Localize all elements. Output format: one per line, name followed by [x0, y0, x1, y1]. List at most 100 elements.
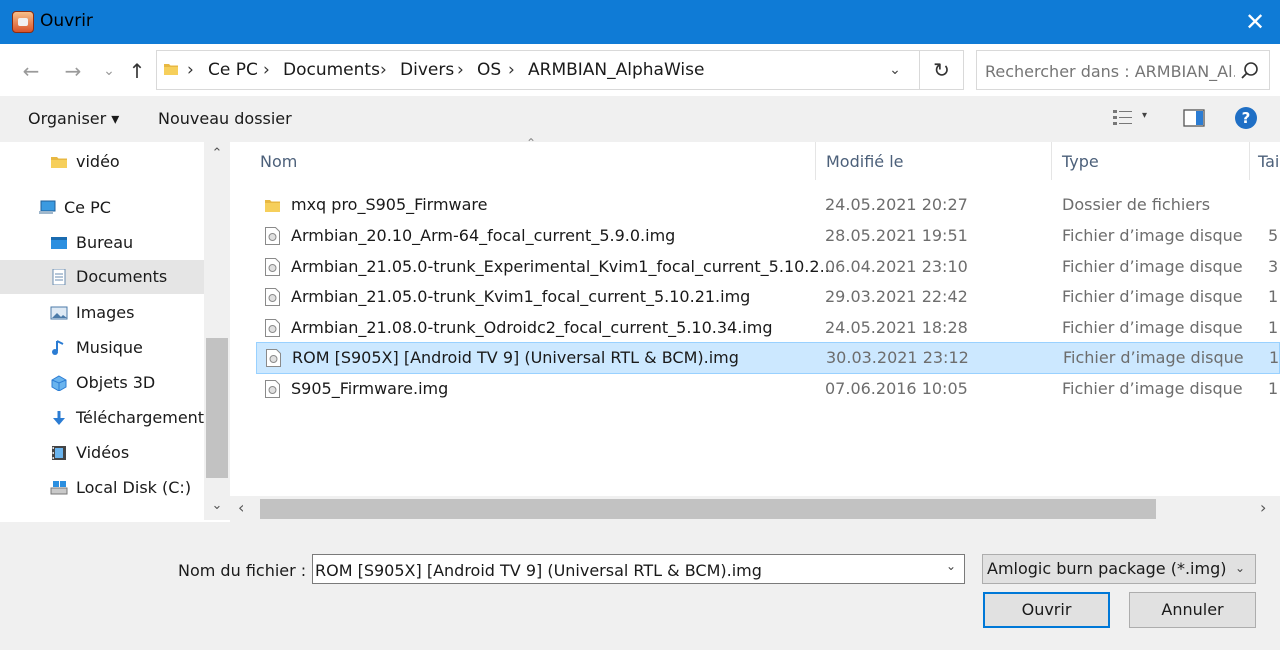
filename-input[interactable] — [315, 559, 935, 581]
folder-icon — [51, 157, 67, 168]
recent-locations-button[interactable]: ⌄ — [96, 58, 122, 84]
table-row[interactable]: Armbian_21.05.0-trunk_Experimental_Kvim1… — [256, 252, 1280, 282]
file-type: Dossier de fichiers — [1062, 195, 1211, 214]
scroll-up-arrow-icon[interactable]: ⌃ — [206, 146, 228, 166]
open-button[interactable]: Ouvrir — [983, 592, 1110, 628]
column-divider[interactable] — [815, 142, 816, 180]
column-header-name[interactable]: Nom — [260, 152, 297, 171]
file-type: Fichier d’image disque — [1062, 257, 1243, 276]
sidebar-item-telechargements[interactable]: Téléchargements — [0, 401, 212, 435]
details-view-icon[interactable] — [1112, 108, 1134, 128]
refresh-button[interactable]: ↻ — [920, 50, 964, 90]
column-divider[interactable] — [1051, 142, 1052, 180]
breadcrumb-divers[interactable]: Divers — [400, 60, 454, 80]
back-button[interactable]: ← — [18, 58, 44, 84]
sidebar-item-images[interactable]: Images — [0, 296, 204, 330]
sidebar-item-musique[interactable]: Musique — [0, 331, 204, 365]
close-button[interactable]: ✕ — [1236, 6, 1274, 38]
file-name: ROM [S905X] [Android TV 9] (Universal RT… — [292, 348, 739, 367]
computer-icon — [39, 200, 56, 214]
sidebar-item-videos[interactable]: Vidéos — [0, 436, 204, 470]
sidebar-item-video-folder[interactable]: vidéo — [0, 145, 204, 179]
table-row-selected[interactable]: ROM [S905X] [Android TV 9] (Universal RT… — [256, 342, 1280, 374]
breadcrumb-separator: › — [187, 60, 194, 80]
disk-image-file-icon — [265, 258, 280, 276]
cancel-button[interactable]: Annuler — [1129, 592, 1256, 628]
preview-pane-icon[interactable] — [1182, 108, 1206, 128]
chevron-down-icon[interactable]: ⌄ — [941, 559, 961, 573]
help-icon[interactable]: ? — [1235, 107, 1257, 129]
chevron-down-icon[interactable]: ⌄ — [883, 59, 907, 81]
sidebar-item-label: Vidéos — [76, 443, 130, 462]
file-name: Armbian_20.10_Arm-64_focal_current_5.9.0… — [291, 226, 676, 245]
new-folder-button[interactable]: Nouveau dossier — [158, 109, 292, 128]
search-box[interactable] — [976, 50, 1270, 90]
file-type: Fichier d’image disque — [1062, 379, 1243, 398]
sidebar-item-local-disk-c[interactable]: Local Disk (C:) — [0, 471, 204, 505]
file-size: 3 — [1268, 257, 1279, 276]
breadcrumb-separator: › — [508, 60, 515, 80]
breadcrumb-documents[interactable]: Documents — [283, 60, 380, 80]
file-type: Fichier d’image disque — [1062, 226, 1243, 245]
file-type-filter-select[interactable]: Amlogic burn package (*.img) ⌄ — [982, 554, 1256, 584]
sidebar-item-ce-pc[interactable]: Ce PC — [0, 191, 204, 225]
desktop-icon — [51, 237, 67, 249]
dialog-footer — [0, 522, 1280, 650]
disk-image-file-icon — [265, 227, 280, 245]
sidebar-item-objets-3d[interactable]: Objets 3D — [0, 366, 204, 400]
search-input[interactable] — [985, 60, 1235, 82]
column-header-modified[interactable]: Modifié le — [826, 152, 904, 171]
organise-menu-button[interactable]: Organiser ▾ — [28, 109, 119, 128]
file-modified: 06.04.2021 23:10 — [825, 257, 968, 276]
up-button[interactable]: ↑ — [124, 58, 150, 84]
scroll-down-arrow-icon[interactable]: ⌄ — [206, 498, 228, 518]
table-row[interactable]: Armbian_20.10_Arm-64_focal_current_5.9.0… — [256, 221, 1280, 251]
column-divider[interactable] — [1249, 142, 1250, 180]
file-size: 1 — [1268, 379, 1279, 398]
breadcrumb-separator: › — [263, 60, 270, 80]
forward-button[interactable]: → — [60, 58, 86, 84]
disk-image-file-icon — [265, 319, 280, 337]
sidebar-item-label: Musique — [76, 338, 143, 357]
sidebar-item-bureau[interactable]: Bureau — [0, 226, 204, 260]
file-name: mxq pro_S905_Firmware — [291, 195, 488, 214]
file-modified: 07.06.2016 10:05 — [825, 379, 968, 398]
table-row[interactable]: Armbian_21.08.0-trunk_Odroidc2_focal_cur… — [256, 313, 1280, 343]
view-options-dropdown[interactable]: ▾ — [1142, 110, 1147, 121]
file-name: Armbian_21.05.0-trunk_Kvim1_focal_curren… — [291, 287, 751, 306]
column-header-type[interactable]: Type — [1062, 152, 1099, 171]
chevron-down-icon[interactable]: ⌄ — [1235, 561, 1245, 575]
horizontal-scrollbar-thumb[interactable] — [260, 499, 1156, 519]
sidebar-scrollbar-thumb[interactable] — [206, 338, 228, 478]
table-row[interactable]: S905_Firmware.img 07.06.2016 10:05 Fichi… — [256, 374, 1280, 404]
table-row[interactable]: mxq pro_S905_Firmware 24.05.2021 20:27 D… — [256, 190, 1280, 220]
sidebar-item-label: Documents — [76, 267, 168, 286]
music-icon — [52, 340, 64, 355]
scroll-left-arrow-icon[interactable]: ‹ — [238, 498, 244, 517]
sidebar-item-label: Téléchargements — [76, 408, 213, 427]
file-size: 1 — [1268, 287, 1279, 306]
disk-image-file-icon — [266, 349, 281, 367]
filename-combobox[interactable]: ⌄ — [312, 554, 965, 584]
sidebar-item-documents[interactable]: Documents — [0, 260, 204, 294]
address-bar[interactable]: › Ce PC › Documents › Divers › OS › ARMB… — [156, 50, 920, 90]
column-header-size[interactable]: Tai — [1258, 152, 1279, 171]
file-size: 1 — [1269, 348, 1280, 367]
scroll-right-arrow-icon[interactable]: › — [1260, 498, 1266, 517]
file-type: Fichier d’image disque — [1062, 318, 1243, 337]
table-row[interactable]: Armbian_21.05.0-trunk_Kvim1_focal_curren… — [256, 282, 1280, 312]
sidebar-item-label: Objets 3D — [76, 373, 156, 392]
file-type-filter-value: Amlogic burn package (*.img) — [987, 559, 1227, 578]
file-modified: 28.05.2021 19:51 — [825, 226, 968, 245]
breadcrumb-ce-pc[interactable]: Ce PC — [208, 60, 258, 80]
file-size: 1 — [1268, 318, 1279, 337]
app-icon — [12, 11, 34, 33]
sort-ascending-icon: ⌃ — [526, 136, 537, 150]
breadcrumb-os[interactable]: OS — [477, 60, 501, 80]
search-icon[interactable] — [1239, 60, 1261, 82]
file-size: 5 — [1268, 226, 1279, 245]
filename-label: Nom du fichier : — [178, 561, 307, 580]
breadcrumb-armbian-alphawise[interactable]: ARMBIAN_AlphaWise — [528, 60, 704, 80]
sidebar-item-label: Bureau — [76, 233, 134, 252]
drive-icon — [50, 481, 68, 495]
